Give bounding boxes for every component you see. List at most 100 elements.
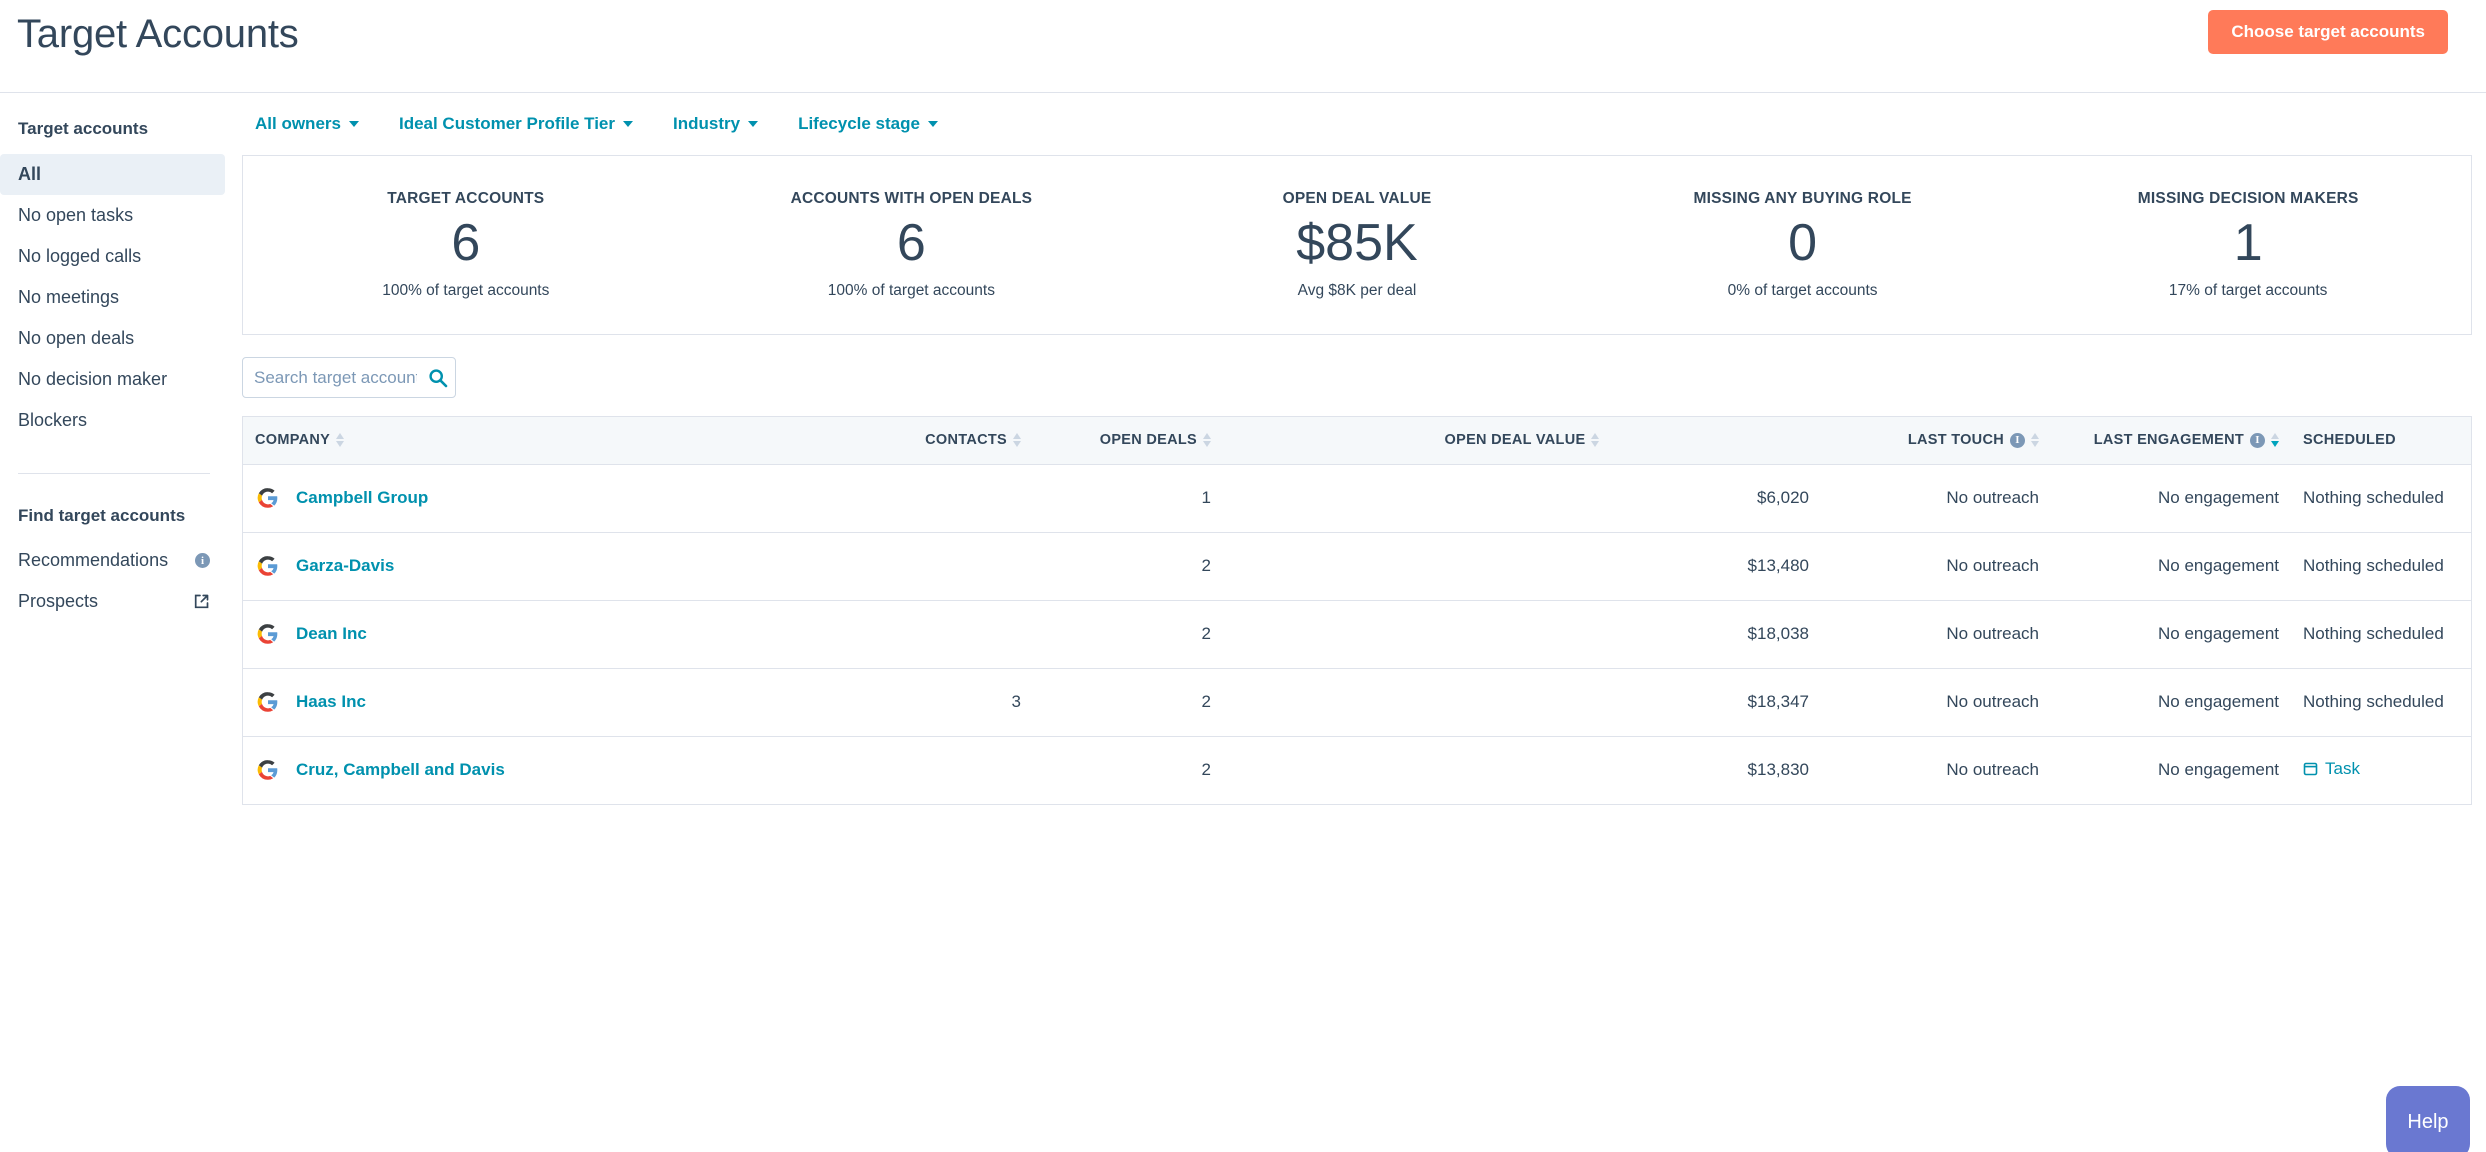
sidebar-item-prospects[interactable]: Prospects [0, 581, 228, 622]
sort-arrows-icon[interactable] [2271, 433, 2279, 448]
choose-target-accounts-button[interactable]: Choose target accounts [2208, 10, 2448, 54]
table-row[interactable]: Campbell Group 1 $6,020 No outreach No e… [243, 464, 2471, 533]
sort-arrows-icon[interactable] [1203, 433, 1211, 448]
scheduled-value: Nothing scheduled [2303, 692, 2444, 712]
filter-label: Ideal Customer Profile Tier [398, 114, 615, 133]
filter-label: Lifecycle stage [798, 114, 920, 133]
cell-scheduled: Task [2291, 736, 2471, 805]
column-header-open-deal-value[interactable]: OPEN DEAL VALUE [1223, 417, 1821, 465]
info-circle-icon[interactable]: i [195, 553, 210, 568]
search-input[interactable] [242, 357, 456, 398]
stat-label: MISSING ANY BUYING ROLE [1693, 190, 1912, 208]
cell-last-touch: No outreach [1821, 668, 2051, 737]
sort-arrows-icon[interactable] [336, 433, 345, 448]
scheduled-task-chip[interactable]: Task [2303, 758, 2360, 779]
sidebar-item-all[interactable]: All [0, 154, 225, 195]
cell-company: Dean Inc [243, 600, 803, 669]
info-circle-icon[interactable]: i [195, 553, 210, 568]
chevron-down-icon [927, 121, 938, 127]
cell-company: Garza-Davis [243, 532, 803, 601]
company-link[interactable]: Haas Inc [296, 692, 366, 712]
sidebar-divider [18, 473, 210, 474]
sidebar-item-no-open-deals[interactable]: No open deals [0, 318, 225, 359]
table-row[interactable]: Garza-Davis 2 $13,480 No outreach No eng… [243, 532, 2471, 601]
cell-open-deal-value: $13,480 [1223, 532, 1821, 601]
cell-last-engagement: No engagement [2051, 600, 2291, 669]
cell-last-engagement: No engagement [2051, 668, 2291, 737]
column-header-label: LAST TOUCH [1907, 432, 2004, 449]
sidebar-section-title-target-accounts: Target accounts [18, 119, 149, 138]
filter-industry[interactable]: Industry [673, 114, 759, 134]
cell-company: Haas Inc [243, 668, 803, 737]
cell-open-deals: 2 [1033, 532, 1223, 601]
stat-label: MISSING DECISION MAKERS [2137, 190, 2359, 208]
search-icon[interactable] [428, 368, 448, 388]
sidebar-item-label: Recommendations [18, 550, 169, 570]
cell-open-deal-value: $18,347 [1223, 668, 1821, 737]
cell-open-deals: 1 [1033, 464, 1223, 533]
info-circle-icon[interactable]: i [2010, 432, 2025, 448]
sidebar-item-blockers[interactable]: Blockers [0, 400, 225, 441]
chevron-down-icon [623, 121, 633, 127]
sidebar-section-title-find-target-accounts: Find target accounts [18, 506, 186, 525]
info-circle-icon[interactable]: i [2250, 432, 2265, 448]
cell-scheduled: Nothing scheduled [2291, 668, 2471, 737]
body-wrapper: Target accounts All No open tasks No logge… [0, 93, 2486, 1152]
stat-value: $85K [1296, 214, 1418, 273]
column-header-open-deals[interactable]: OPEN DEALS [1033, 417, 1223, 465]
company-link[interactable]: Garza-Davis [296, 556, 394, 576]
column-header-label: LAST ENGAGEMENT [2093, 432, 2244, 449]
help-button[interactable]: Help [2386, 1086, 2470, 1152]
cell-open-deal-value: $13,830 [1223, 736, 1821, 805]
stat-label: ACCOUNTS WITH OPEN DEALS [790, 190, 1033, 208]
sidebar-item-no-logged-calls[interactable]: No logged calls [0, 236, 225, 277]
sidebar-item-recommendations[interactable]: Recommendations i [0, 540, 228, 581]
scheduled-value: Nothing scheduled [2303, 556, 2444, 576]
sidebar-item-label: All [18, 164, 42, 184]
filter-label: Industry [673, 114, 741, 133]
cell-contacts [803, 464, 1033, 533]
chevron-down-icon [748, 121, 759, 127]
accounts-table-container: COMPANY CONTACTS OPEN DEALS OPEN DEAL VALUE… [242, 416, 2472, 805]
stats-summary-card: TARGET ACCOUNTS 6 100% of target accounts A… [242, 155, 2472, 335]
filter-all-owners[interactable]: All owners [255, 114, 359, 134]
table-row[interactable]: Haas Inc 3 2 $18,347 No outreach No enga… [243, 668, 2471, 737]
cell-contacts [803, 532, 1033, 601]
cell-company: Campbell Group [243, 464, 803, 533]
chevron-down-icon [348, 121, 359, 127]
external-link-icon[interactable] [193, 593, 210, 610]
stat-label: OPEN DEAL VALUE [1282, 190, 1432, 208]
google-g-logo-icon [255, 689, 281, 715]
stat-label: TARGET ACCOUNTS [387, 190, 545, 208]
google-g-logo-icon [255, 553, 281, 579]
sort-arrows-icon[interactable] [2031, 433, 2039, 448]
sort-arrows-icon[interactable] [1591, 433, 1600, 448]
table-row[interactable]: Dean Inc 2 $18,038 No outreach No engage… [243, 600, 2471, 669]
column-header-last-touch[interactable]: LAST TOUCH i [1821, 417, 2051, 465]
stat-card-missing-any-buying-role: MISSING ANY BUYING ROLE 0 0% of target acc… [1580, 190, 2026, 300]
scheduled-value: Nothing scheduled [2303, 624, 2444, 644]
main-content: All owners Ideal Customer Profile Tier Ind… [228, 93, 2486, 1152]
stat-value: 0 [1788, 214, 1818, 273]
accounts-table-head: COMPANY CONTACTS OPEN DEALS OPEN DEAL VALUE… [243, 417, 2471, 465]
company-link[interactable]: Campbell Group [296, 488, 428, 508]
filter-label: All owners [255, 114, 341, 133]
cell-open-deal-value: $6,020 [1223, 464, 1821, 533]
sidebar-item-label: Blockers [18, 410, 88, 430]
sidebar-item-no-open-tasks[interactable]: No open tasks [0, 195, 225, 236]
column-header-last-engagement[interactable]: LAST ENGAGEMENT i [2051, 417, 2291, 465]
column-header-contacts[interactable]: CONTACTS [803, 417, 1033, 465]
sidebar-item-no-decision-maker[interactable]: No decision maker [0, 359, 225, 400]
search-row [242, 335, 2486, 416]
filter-ideal-customer-profile-tier[interactable]: Ideal Customer Profile Tier [399, 114, 633, 134]
sort-arrows-icon[interactable] [1013, 433, 1021, 448]
table-row[interactable]: Cruz, Campbell and Davis 2 $13,830 No ou… [243, 736, 2471, 805]
company-link[interactable]: Cruz, Campbell and Davis [296, 760, 505, 780]
page-title: Target Accounts [17, 12, 299, 56]
sidebar-item-no-meetings[interactable]: No meetings [0, 277, 225, 318]
column-header-label: SCHEDULED [2303, 432, 2396, 449]
stat-card-missing-decision-makers: MISSING DECISION MAKERS 1 17% of target ac… [2025, 190, 2471, 300]
column-header-company[interactable]: COMPANY [243, 417, 803, 465]
company-link[interactable]: Dean Inc [296, 624, 367, 644]
filter-lifecycle-stage[interactable]: Lifecycle stage [798, 114, 938, 134]
